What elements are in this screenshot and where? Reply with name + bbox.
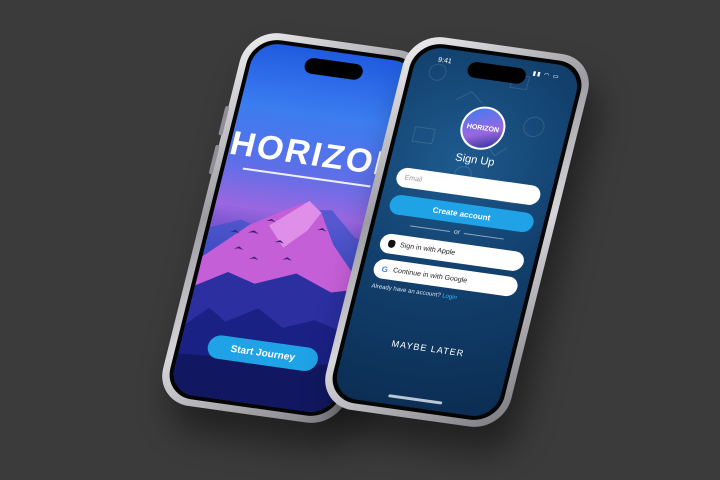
or-label: or (452, 228, 461, 237)
divider-line (463, 232, 504, 240)
apple-signin-label: Sign in with Apple (399, 241, 457, 257)
google-signin-label: Continue in with Google (392, 266, 468, 285)
avatar-brand: HORIZON (465, 122, 500, 134)
apple-icon (387, 239, 397, 249)
login-link[interactable]: Login (441, 293, 457, 301)
volume-button (208, 144, 220, 175)
divider-line (409, 225, 450, 232)
home-indicator (388, 394, 443, 405)
volume-button (218, 105, 230, 136)
dynamic-island (302, 57, 365, 81)
google-icon: G (380, 264, 390, 274)
maybe-later-button[interactable]: MAYBE LATER (345, 332, 511, 365)
